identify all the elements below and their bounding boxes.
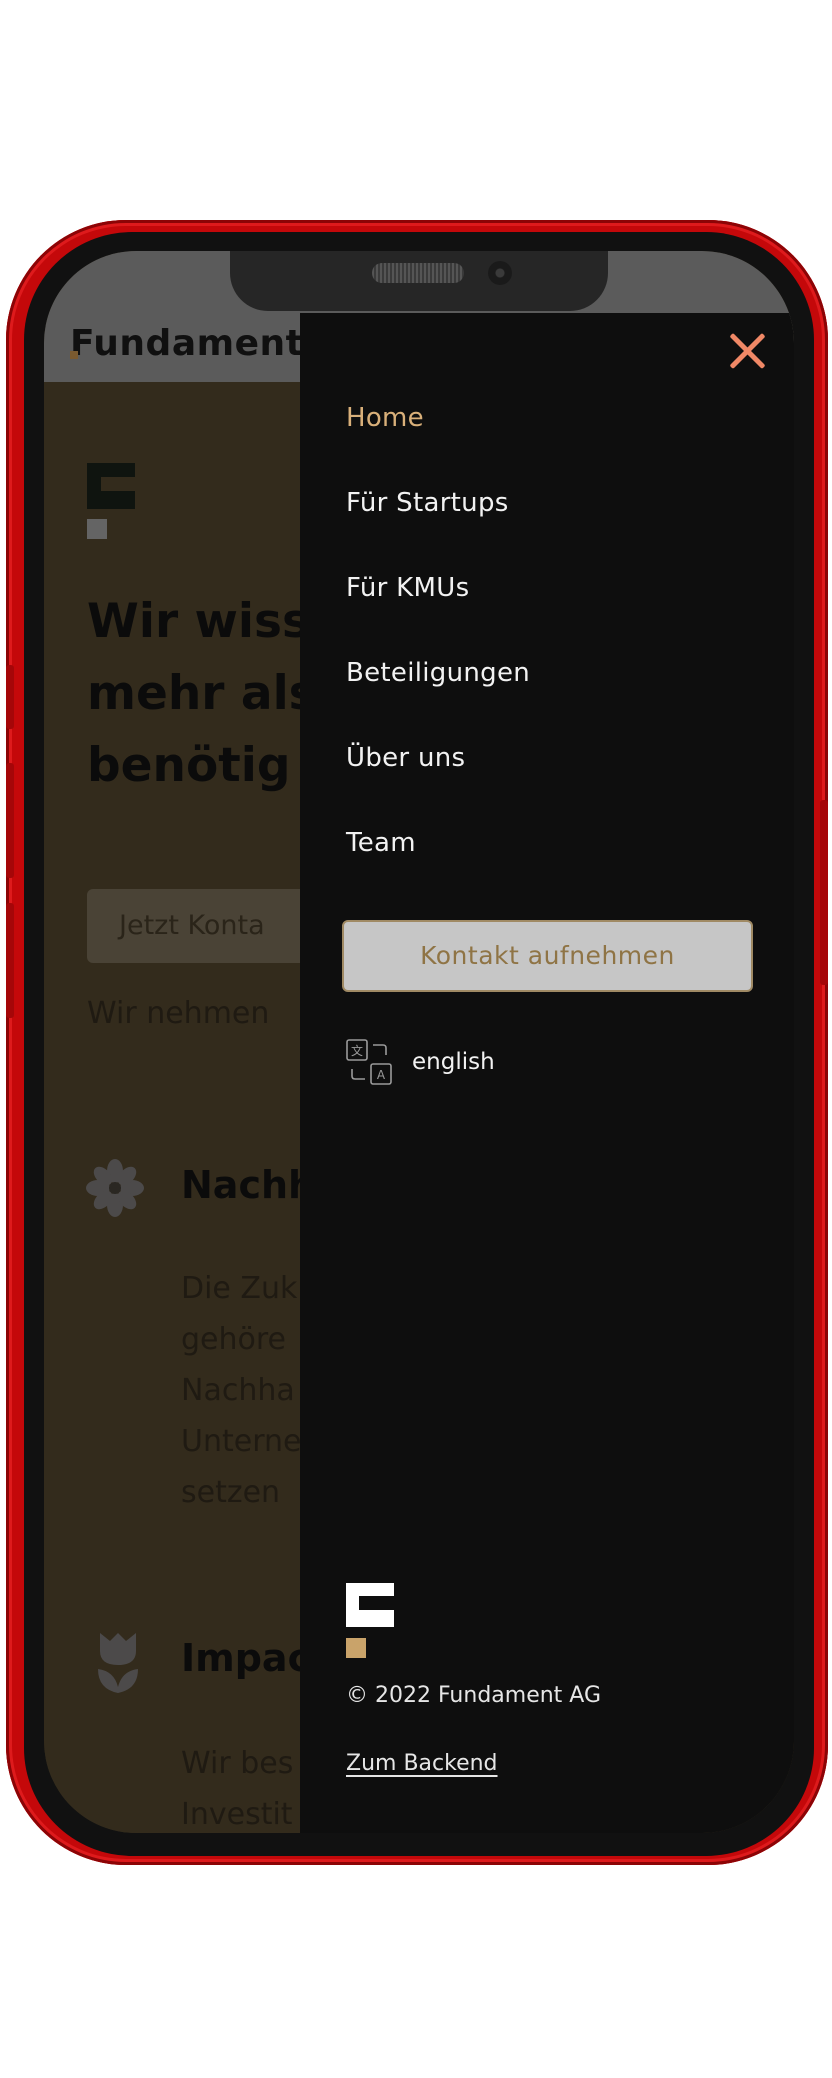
- section-title-sustainability: Nachh: [181, 1163, 316, 1207]
- contact-button[interactable]: Kontakt aufnehmen: [342, 920, 753, 992]
- silent-switch: [6, 665, 14, 729]
- speaker-grille: [372, 263, 464, 283]
- close-icon[interactable]: [728, 331, 768, 371]
- nav-item-team[interactable]: Team: [346, 828, 530, 913]
- drawer-nav: Home Für Startups Für KMUs Beteiligungen…: [346, 403, 530, 913]
- logo-dot: [70, 351, 78, 359]
- language-label: english: [412, 1049, 495, 1075]
- svg-text:文: 文: [351, 1043, 363, 1058]
- front-camera: [488, 261, 512, 285]
- section-title-impact: Impac: [181, 1636, 311, 1680]
- translate-icon: 文 A: [346, 1039, 392, 1085]
- hero-note: Wir nehmen: [87, 996, 270, 1031]
- svg-text:A: A: [377, 1068, 386, 1082]
- site-logo[interactable]: Fundament: [70, 323, 303, 364]
- side-button: [820, 800, 828, 985]
- fundament-logo-icon: [87, 463, 137, 543]
- nav-item-beteiligungen[interactable]: Beteiligungen: [346, 658, 530, 743]
- nav-item-startups[interactable]: Für Startups: [346, 488, 530, 573]
- fundament-logo-icon: [346, 1583, 394, 1659]
- backend-link[interactable]: Zum Backend: [346, 1751, 498, 1776]
- logo-text: Fundament: [70, 323, 304, 364]
- phone-notch: [230, 251, 608, 311]
- volume-up-button: [6, 763, 14, 878]
- tulip-icon: [98, 1633, 138, 1693]
- flower-icon: [86, 1159, 144, 1217]
- nav-item-home[interactable]: Home: [346, 403, 530, 488]
- navigation-drawer: Home Für Startups Für KMUs Beteiligungen…: [300, 313, 794, 1833]
- copyright-text: © 2022 Fundament AG: [346, 1683, 601, 1708]
- nav-item-kmus[interactable]: Für KMUs: [346, 573, 530, 658]
- nav-item-ueber-uns[interactable]: Über uns: [346, 743, 530, 828]
- phone-screen: Fundament Wir wiss mehr als benötig Jetz…: [44, 251, 794, 1833]
- volume-down-button: [6, 903, 14, 1018]
